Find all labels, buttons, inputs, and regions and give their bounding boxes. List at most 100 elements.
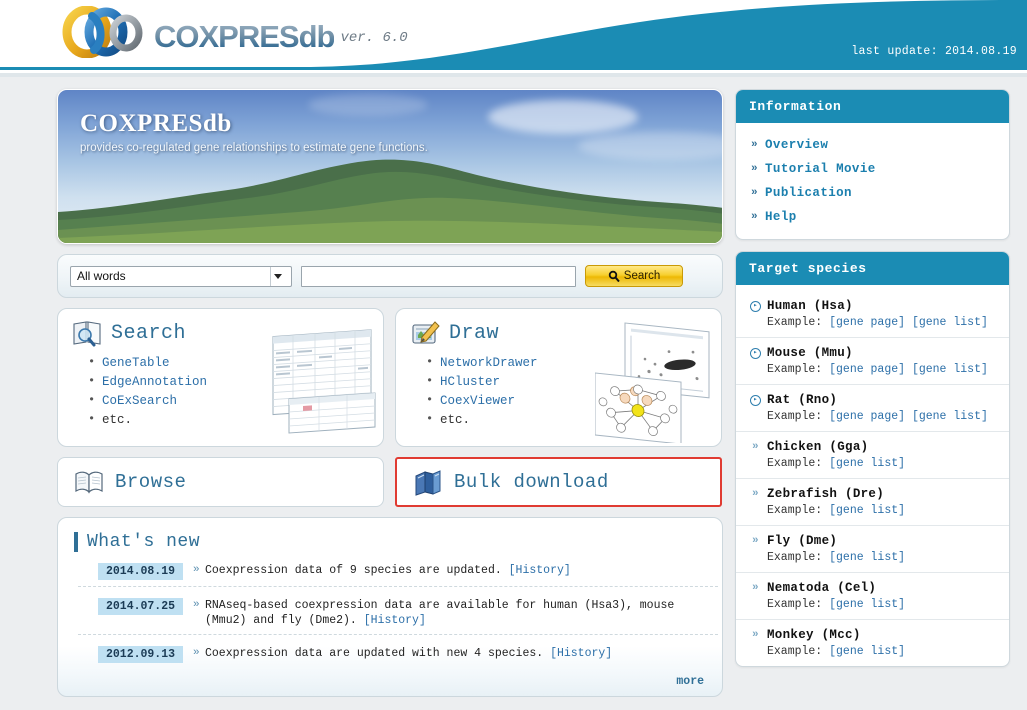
news-history-link[interactable]: [History] [509, 564, 571, 577]
target-species-panel: Target species ▸ Human (Hsa) Example: [g… [735, 251, 1010, 667]
news-history-link[interactable]: [History] [550, 647, 612, 660]
double-chevron-icon: » [751, 139, 759, 151]
feature-link[interactable]: EdgeAnnotation [102, 375, 207, 389]
accent-bar [74, 532, 78, 552]
species-name: » Zebrafish (Dre) [750, 487, 1009, 501]
species-label: Fly (Dme) [767, 534, 838, 548]
double-chevron-icon: » [751, 211, 759, 223]
feature-link[interactable]: HCluster [440, 375, 500, 389]
sidebar-item-help[interactable]: » Help [736, 205, 1009, 229]
feature-link[interactable]: NetworkDrawer [440, 356, 538, 370]
news-date: 2014.08.19 [98, 563, 183, 580]
species-item-fly[interactable]: » Fly (Dme) Example: [gene list] [736, 526, 1009, 573]
chevron-down-icon [270, 266, 285, 286]
species-name: » Chicken (Gga) [750, 440, 1009, 454]
gene-list-link[interactable]: [gene list] [829, 457, 905, 470]
feature-link[interactable]: CoexViewer [440, 394, 515, 408]
arrow-icon: » [752, 629, 759, 641]
species-item-mouse[interactable]: ▸ Mouse (Mmu) Example: [gene page] [gene… [736, 338, 1009, 385]
sidebar-item-overview[interactable]: » Overview [736, 133, 1009, 157]
search-input[interactable] [301, 265, 576, 287]
gene-list-link[interactable]: [gene list] [912, 316, 988, 329]
feature-card-draw[interactable]: Draw NetworkDrawer HCluster CoexViewer e… [395, 308, 722, 447]
news-text: Coexpression data of 9 species are updat… [193, 563, 571, 580]
species-label: Nematoda (Cel) [767, 581, 877, 595]
search-button[interactable]: Search [585, 265, 683, 287]
sidebar-item-label: Tutorial Movie [765, 162, 876, 176]
search-scope-select[interactable]: All words [70, 265, 292, 287]
target-species-panel-title: Target species [736, 252, 1009, 285]
example-label: Example: [767, 504, 823, 517]
species-label: Human (Hsa) [767, 299, 853, 313]
mountain-illustration [58, 159, 722, 243]
site-header: COXPRESdb ver. 6.0 last update: 2014.08.… [0, 0, 1027, 67]
spreadsheet-thumbnail [272, 329, 376, 434]
information-panel-title: Information [736, 90, 1009, 123]
open-book-icon [75, 471, 103, 494]
species-name: » Fly (Dme) [750, 534, 1009, 548]
browse-card[interactable]: Browse [57, 457, 384, 507]
species-label: Chicken (Gga) [767, 440, 869, 454]
gene-page-link[interactable]: [gene page] [829, 363, 905, 376]
news-more-link[interactable]: more [676, 675, 704, 688]
whats-new-header: What's new [58, 518, 722, 552]
species-examples: Example: [gene list] [750, 551, 1009, 564]
gene-list-link[interactable]: [gene list] [829, 598, 905, 611]
double-chevron-icon: » [751, 187, 759, 199]
gene-list-link[interactable]: [gene list] [829, 504, 905, 517]
example-label: Example: [767, 645, 823, 658]
circle-arrow-icon: ▸ [750, 394, 761, 406]
banner-title: COXPRESdb [80, 110, 232, 137]
news-body: RNAseq-based coexpression data are avail… [205, 599, 675, 627]
example-label: Example: [767, 457, 823, 470]
network-graph-thumbnail [595, 322, 710, 443]
gene-list-link[interactable]: [gene list] [829, 551, 905, 564]
gene-page-link[interactable]: [gene page] [829, 410, 905, 423]
news-date: 2014.07.25 [98, 598, 183, 615]
news-item: 2014.08.19 Coexpression data of 9 specie… [78, 558, 718, 587]
sidebar-item-tutorial-movie[interactable]: » Tutorial Movie [736, 157, 1009, 181]
species-item-monkey[interactable]: » Monkey (Mcc) Example: [gene list] [736, 620, 1009, 666]
banner-subtitle: provides co-regulated gene relationships… [80, 142, 428, 154]
feature-card-search[interactable]: Search GeneTable EdgeAnnotation CoExSear… [57, 308, 384, 447]
feature-row: Search GeneTable EdgeAnnotation CoExSear… [57, 308, 723, 447]
stacked-books-icon [415, 470, 441, 496]
hero-banner: COXPRESdb provides co-regulated gene rel… [57, 89, 723, 244]
species-item-human[interactable]: ▸ Human (Hsa) Example: [gene page] [gene… [736, 291, 1009, 338]
sidebar-item-label: Help [765, 210, 797, 224]
species-item-chicken[interactable]: » Chicken (Gga) Example: [gene list] [736, 432, 1009, 479]
species-item-rat[interactable]: ▸ Rat (Rno) Example: [gene page] [gene l… [736, 385, 1009, 432]
species-item-zebrafish[interactable]: » Zebrafish (Dre) Example: [gene list] [736, 479, 1009, 526]
feature-link[interactable]: CoExSearch [102, 394, 177, 408]
gene-list-link[interactable]: [gene list] [912, 363, 988, 376]
species-name: ▸ Rat (Rno) [750, 393, 1009, 407]
example-label: Example: [767, 598, 823, 611]
gene-list-link[interactable]: [gene list] [829, 645, 905, 658]
double-chevron-icon: » [751, 163, 759, 175]
gene-page-link[interactable]: [gene page] [829, 316, 905, 329]
species-examples: Example: [gene page] [gene list] [750, 316, 1009, 329]
example-label: Example: [767, 551, 823, 564]
information-panel-body: » Overview » Tutorial Movie » Publicatio… [736, 123, 1009, 239]
sidebar: Information » Overview » Tutorial Movie … [735, 89, 1010, 667]
species-examples: Example: [gene list] [750, 504, 1009, 517]
arrow-icon: » [752, 582, 759, 594]
arrow-icon: » [752, 535, 759, 547]
gene-list-link[interactable]: [gene list] [912, 410, 988, 423]
news-item: 2014.07.25 RNAseq-based coexpression dat… [78, 593, 718, 635]
feature-title: Draw [449, 321, 500, 345]
arrow-icon: » [752, 441, 759, 453]
site-logo[interactable]: COXPRESdb ver. 6.0 [62, 6, 408, 58]
search-bar: All words Search [57, 254, 723, 298]
feature-link[interactable]: GeneTable [102, 356, 170, 370]
logo-wordmark: COXPRESdb [154, 21, 335, 58]
sidebar-item-publication[interactable]: » Publication [736, 181, 1009, 205]
action-title: Browse [115, 471, 187, 493]
species-item-nematoda[interactable]: » Nematoda (Cel) Example: [gene list] [736, 573, 1009, 620]
search-button-label: Search [623, 270, 661, 282]
species-label: Mouse (Mmu) [767, 346, 853, 360]
news-history-link[interactable]: [History] [364, 614, 426, 627]
circle-arrow-icon: ▸ [750, 300, 761, 312]
arrow-icon: » [752, 488, 759, 500]
bulk-download-card[interactable]: Bulk download [395, 457, 722, 507]
